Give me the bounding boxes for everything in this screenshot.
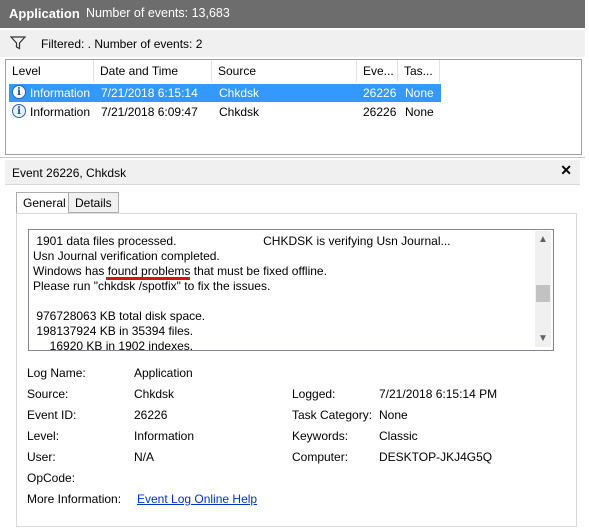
row-source: Chkdsk <box>219 86 260 100</box>
computer-label: Computer: <box>292 450 349 464</box>
more-info-label: More Information: <box>27 492 122 506</box>
description-line: Usn Journal verification completed. <box>33 249 220 263</box>
source-label: Source: <box>27 387 69 401</box>
information-icon: i <box>12 85 26 99</box>
description-line: 976728063 KB total disk space. <box>33 309 206 323</box>
scroll-up-icon[interactable]: ▲ <box>538 234 548 245</box>
tab-general[interactable]: General <box>16 192 73 214</box>
scroll-thumb[interactable] <box>536 285 550 302</box>
filter-bar: Filtered: . Number of events: 2 <box>0 30 585 57</box>
source-value: Chkdsk <box>134 387 175 401</box>
table-row[interactable]: i Information 7/21/2018 6:09:47 Chkdsk 2… <box>9 103 441 121</box>
task-category-label: Task Category: <box>292 408 373 422</box>
keywords-label: Keywords: <box>292 429 349 443</box>
log-name-label: Log Name: <box>27 366 86 380</box>
table-row[interactable]: i Information 7/21/2018 6:15:14 Chkdsk 2… <box>9 84 441 102</box>
annotation-underline <box>106 277 190 280</box>
keywords-value: Classic <box>379 429 418 443</box>
log-name-value: Application <box>134 366 193 380</box>
opcode-label: OpCode: <box>27 471 76 485</box>
events-table: Level Date and Time Source Eve... Tas...… <box>5 59 582 155</box>
user-value: N/A <box>134 450 155 464</box>
logged-value: 7/21/2018 6:15:14 PM <box>379 387 498 401</box>
event-count: Number of events: 13,683 <box>86 6 230 20</box>
level-value: Information <box>134 429 195 443</box>
description-line: 1901 data files processed. CHKDSK is ver… <box>33 234 451 248</box>
log-header: Application Number of events: 13,683 <box>0 0 585 28</box>
row-level: Information <box>30 105 91 119</box>
column-header-date[interactable]: Date and Time <box>94 60 212 82</box>
event-id-value: 26226 <box>134 408 168 422</box>
filter-text: Filtered: . Number of events: 2 <box>41 37 203 51</box>
event-id-label: Event ID: <box>27 408 77 422</box>
tab-details[interactable]: Details <box>68 192 119 213</box>
row-event-id: 26226 <box>363 86 397 100</box>
event-description[interactable]: 1901 data files processed. CHKDSK is ver… <box>28 229 554 351</box>
computer-value: DESKTOP-JKJ4G5Q <box>379 450 493 464</box>
description-line: Windows has found problems that must be … <box>33 264 327 278</box>
row-datetime: 7/21/2018 6:09:47 <box>101 105 198 119</box>
row-datetime: 7/21/2018 6:15:14 <box>101 86 198 100</box>
event-title-bar: Event 26226, Chkdsk ✕ <box>5 160 580 185</box>
row-level: Information <box>30 86 91 100</box>
table-header: Level Date and Time Source Eve... Tas... <box>6 60 581 82</box>
event-log-online-help-link[interactable]: Event Log Online Help <box>137 492 257 506</box>
description-line: 16920 KB in 1902 indexes. <box>33 339 194 351</box>
description-scrollbar[interactable]: ▲ ▼ <box>535 231 551 347</box>
task-category-value: None <box>379 408 408 422</box>
splitter[interactable] <box>0 157 585 158</box>
description-line: Please run "chkdsk /spotfix" to fix the … <box>33 279 271 293</box>
level-label: Level: <box>27 429 60 443</box>
user-label: User: <box>27 450 56 464</box>
log-title: Application <box>9 6 80 21</box>
row-task: None <box>405 105 434 119</box>
event-title: Event 26226, Chkdsk <box>12 166 127 180</box>
close-icon[interactable]: ✕ <box>560 162 572 179</box>
row-source: Chkdsk <box>219 105 260 119</box>
funnel-icon <box>10 36 26 50</box>
logged-label: Logged: <box>292 387 336 401</box>
scroll-down-icon[interactable]: ▼ <box>538 333 548 344</box>
row-task: None <box>405 86 434 100</box>
row-event-id: 26226 <box>363 105 397 119</box>
column-header-task[interactable]: Tas... <box>398 60 440 82</box>
column-header-source[interactable]: Source <box>212 60 357 82</box>
description-line: 198137924 KB in 35394 files. <box>33 324 194 338</box>
column-header-level[interactable]: Level <box>6 60 94 82</box>
column-header-event-id[interactable]: Eve... <box>357 60 398 82</box>
information-icon: i <box>12 104 26 118</box>
